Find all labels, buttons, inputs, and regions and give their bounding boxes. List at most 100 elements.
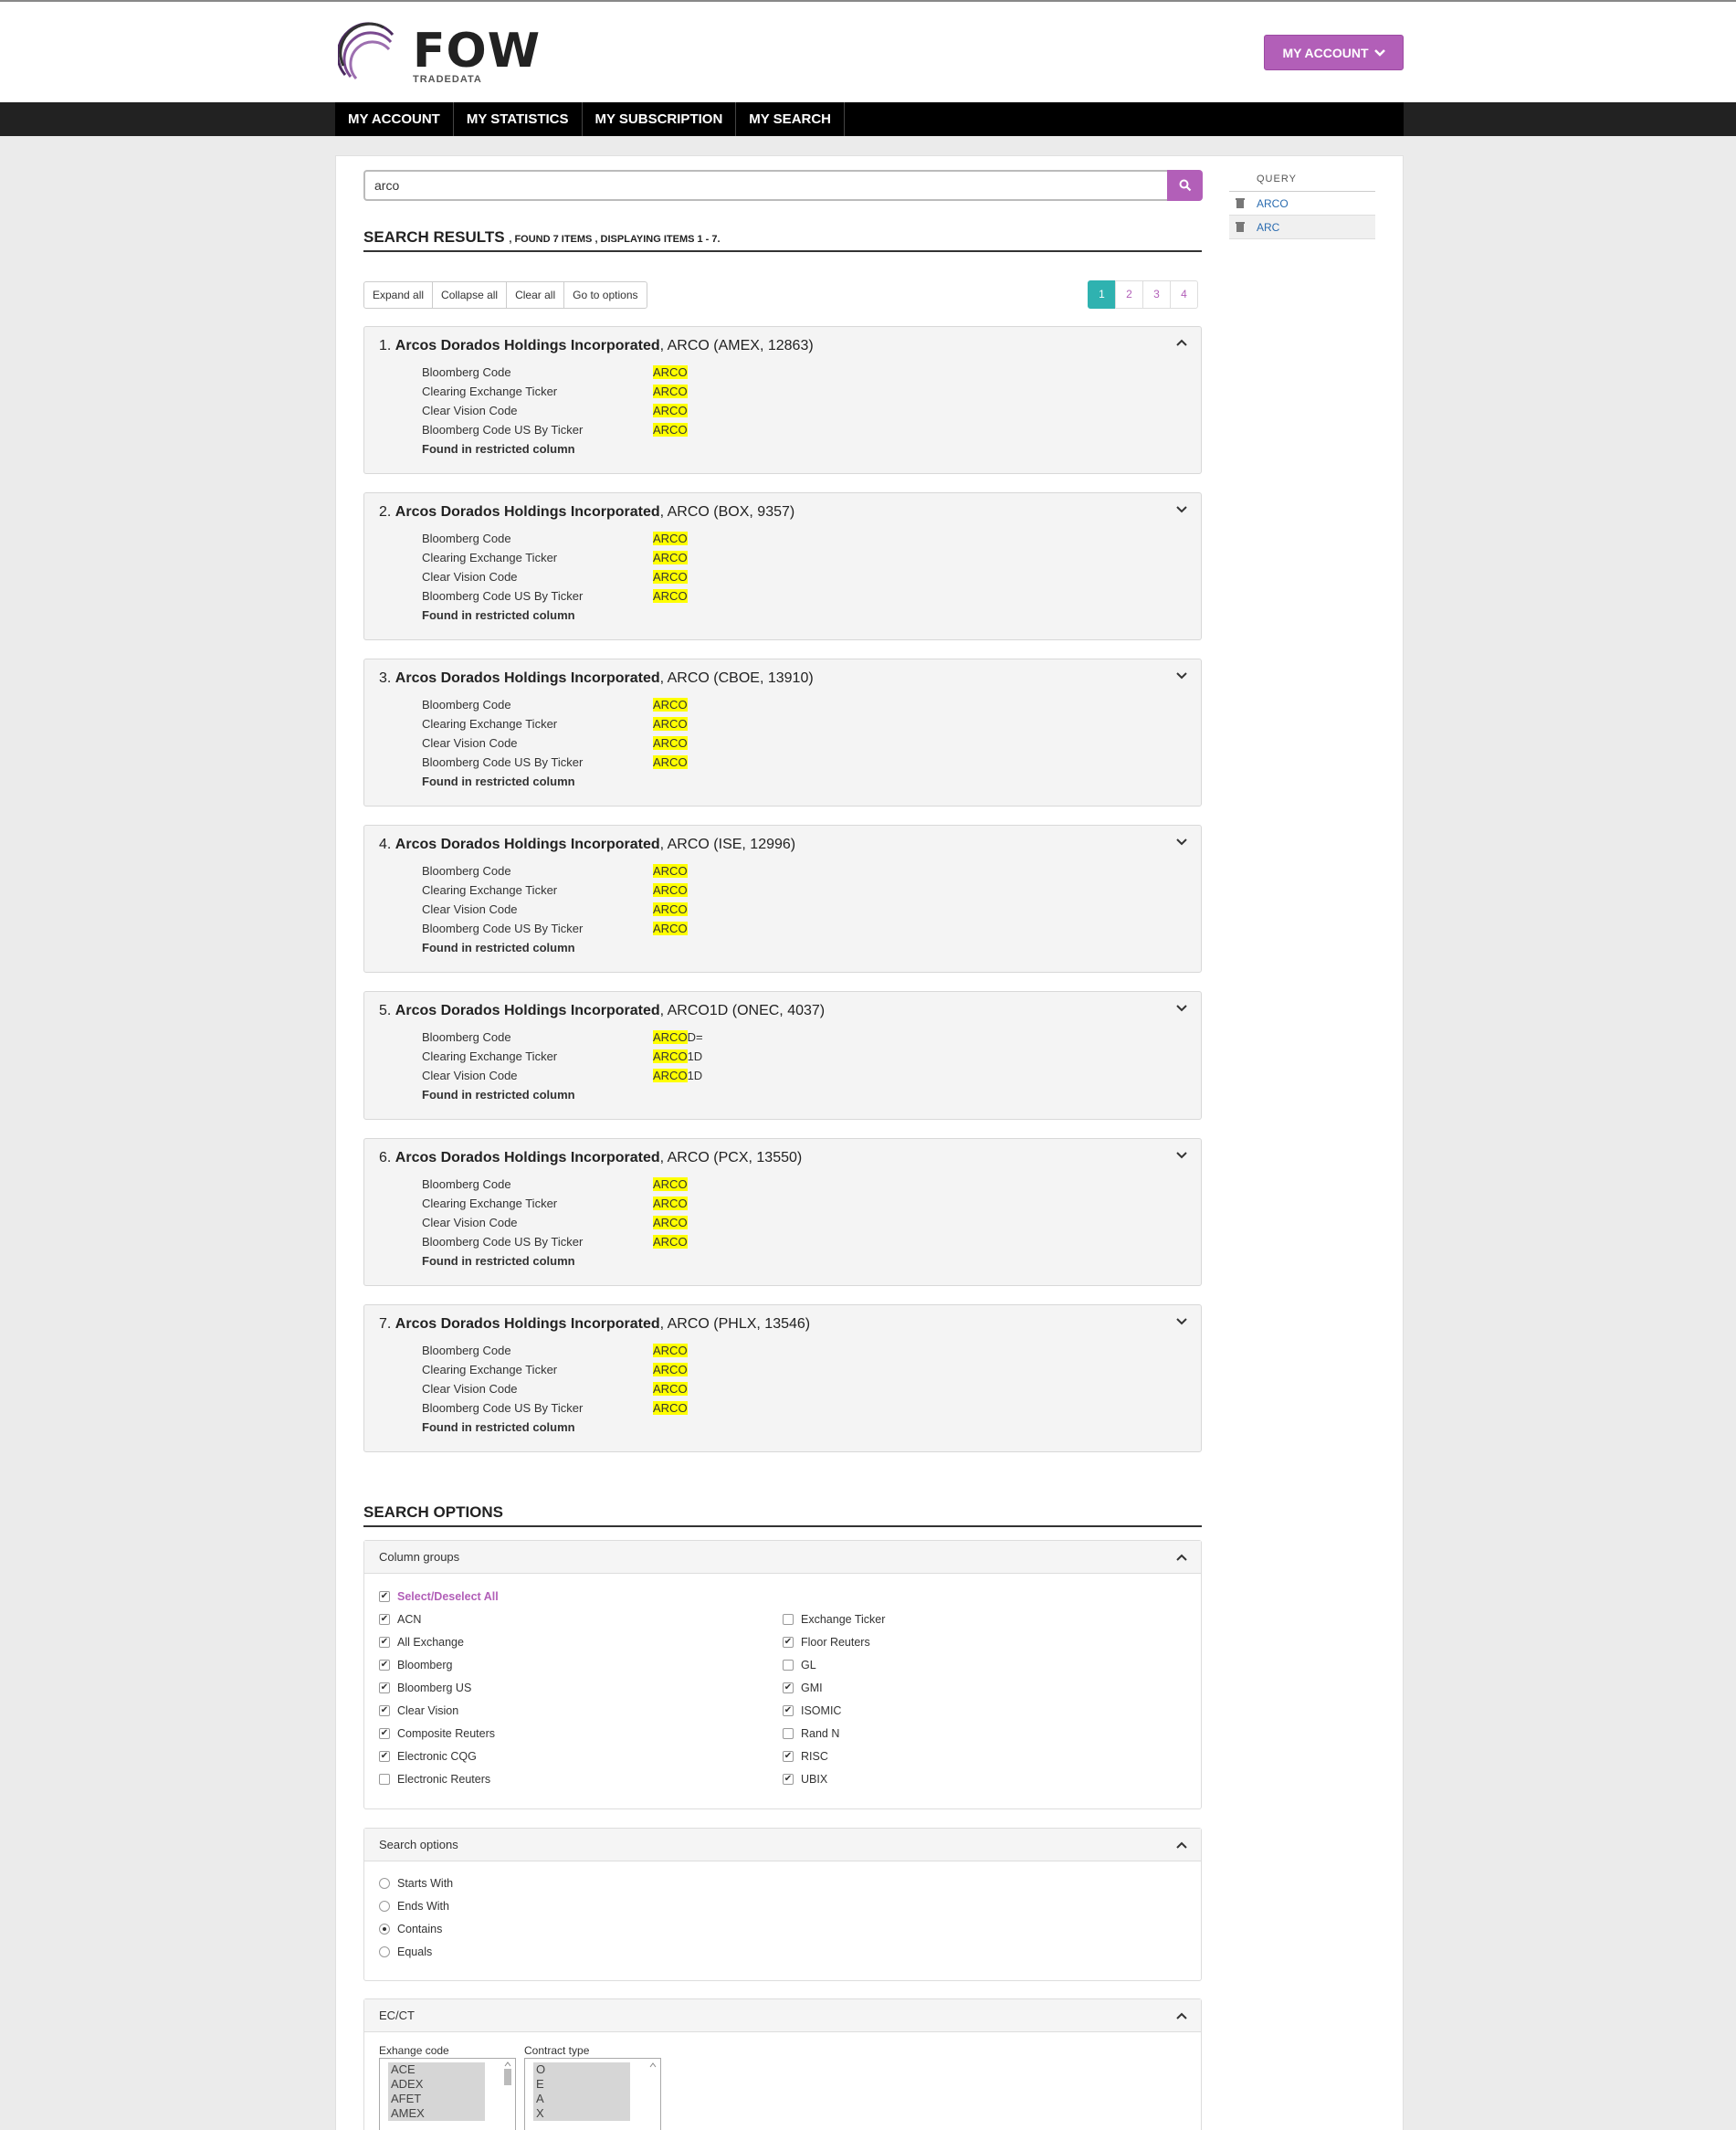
column-group-checkbox[interactable]: ✔ ISOMIC [783, 1704, 841, 1717]
search-button[interactable] [1167, 170, 1203, 201]
radio-selected[interactable] [379, 1924, 390, 1935]
result-title[interactable]: 7. Arcos Dorados Holdings Incorporated, … [379, 1316, 810, 1333]
chevron-up-icon[interactable] [1175, 2009, 1188, 2022]
match-highlight: ARCO [653, 404, 688, 417]
listbox-scrollbar[interactable] [502, 2061, 513, 2130]
fow-logo[interactable]: FOW TRADEDATA [338, 22, 548, 88]
checkbox-unchecked[interactable] [783, 1614, 794, 1625]
checkbox-checked[interactable]: ✔ [379, 1591, 390, 1602]
chevron-down-icon[interactable] [1175, 502, 1188, 515]
checkbox-checked[interactable]: ✔ [783, 1637, 794, 1648]
clear-all-button[interactable]: Clear all [506, 281, 565, 309]
checkbox-checked[interactable]: ✔ [379, 1682, 390, 1693]
search-options-header[interactable]: Search options [364, 1829, 1201, 1861]
column-group-checkbox[interactable]: ✔ Composite Reuters [379, 1727, 495, 1740]
checkbox-checked[interactable]: ✔ [379, 1728, 390, 1739]
chevron-up-icon[interactable] [1175, 1551, 1188, 1564]
nav-my-statistics[interactable]: MY STATISTICS [454, 102, 583, 136]
page-1-link[interactable]: 1 [1088, 280, 1116, 309]
checkbox-checked[interactable]: ✔ [379, 1705, 390, 1716]
column-group-checkbox[interactable]: ✔ GMI [783, 1682, 823, 1694]
column-group-checkbox[interactable]: GL [783, 1659, 816, 1671]
checkbox-unchecked[interactable] [379, 1774, 390, 1785]
trash-icon[interactable] [1235, 221, 1246, 233]
checkbox-checked[interactable]: ✔ [783, 1705, 794, 1716]
listbox-scrollbar[interactable] [647, 2061, 658, 2130]
checkbox-checked[interactable]: ✔ [783, 1774, 794, 1785]
checkbox-checked[interactable]: ✔ [783, 1682, 794, 1693]
column-group-checkbox[interactable]: ✔ Clear Vision [379, 1704, 458, 1717]
checkbox-unchecked[interactable] [783, 1728, 794, 1739]
radio-unselected[interactable] [379, 1946, 390, 1957]
result-title[interactable]: 3. Arcos Dorados Holdings Incorporated, … [379, 670, 814, 687]
page-4-link[interactable]: 4 [1170, 280, 1198, 309]
chevron-down-icon[interactable] [1175, 1314, 1188, 1327]
exchange-option[interactable]: AMEX [391, 2106, 482, 2121]
exchange-option[interactable]: ACE [391, 2062, 482, 2077]
query-link[interactable]: ARCO [1257, 197, 1289, 210]
column-group-checkbox[interactable]: ✔ Bloomberg [379, 1659, 452, 1671]
column-groups-header[interactable]: Column groups [364, 1541, 1201, 1574]
query-item[interactable]: ARC [1229, 216, 1375, 239]
column-group-checkbox[interactable]: Electronic Reuters [379, 1773, 490, 1786]
nav-my-account[interactable]: MY ACCOUNT [335, 102, 454, 136]
contract-option[interactable]: X [536, 2106, 627, 2121]
result-title[interactable]: 5. Arcos Dorados Holdings Incorporated, … [379, 1003, 825, 1019]
match-mode-radio[interactable]: Equals [379, 1945, 432, 1958]
exchange-option[interactable]: ADEX [391, 2077, 482, 2092]
result-title[interactable]: 1. Arcos Dorados Holdings Incorporated, … [379, 338, 814, 354]
checkbox-checked[interactable]: ✔ [783, 1751, 794, 1762]
radio-unselected[interactable] [379, 1901, 390, 1912]
nav-my-subscription[interactable]: MY SUBSCRIPTION [583, 102, 737, 136]
column-group-checkbox[interactable]: ✔ Electronic CQG [379, 1750, 477, 1763]
column-group-checkbox[interactable]: ✔ UBIX [783, 1773, 827, 1786]
result-title[interactable]: 6. Arcos Dorados Holdings Incorporated, … [379, 1150, 802, 1166]
page-3-link[interactable]: 3 [1142, 280, 1171, 309]
expand-all-button[interactable]: Expand all [363, 281, 434, 309]
search-input[interactable] [363, 170, 1167, 201]
match-mode-radio[interactable]: Starts With [379, 1877, 453, 1890]
go-to-options-button[interactable]: Go to options [563, 281, 647, 309]
match-mode-radio[interactable]: Ends With [379, 1900, 449, 1913]
contract-option[interactable]: E [536, 2077, 627, 2092]
chevron-up-icon[interactable] [1175, 336, 1188, 349]
checkbox-checked[interactable]: ✔ [379, 1660, 390, 1671]
exchange-option[interactable]: AFET [391, 2092, 482, 2106]
column-group-checkbox[interactable]: ✔ Bloomberg US [379, 1682, 471, 1694]
my-account-button[interactable]: MY ACCOUNT [1264, 35, 1404, 70]
result-title[interactable]: 2. Arcos Dorados Holdings Incorporated, … [379, 504, 794, 521]
query-link[interactable]: ARC [1257, 221, 1279, 234]
chevron-down-icon[interactable] [1175, 1148, 1188, 1161]
query-item[interactable]: ARCO [1229, 192, 1375, 216]
chevron-down-icon[interactable] [1175, 835, 1188, 848]
contract-type-listbox[interactable]: O E A X [524, 2058, 661, 2130]
checkbox-checked[interactable]: ✔ [379, 1614, 390, 1625]
result-title[interactable]: 4. Arcos Dorados Holdings Incorporated, … [379, 837, 795, 853]
trash-icon[interactable] [1235, 197, 1246, 209]
column-group-checkbox[interactable]: ✔ Floor Reuters [783, 1636, 870, 1649]
checkbox-checked[interactable]: ✔ [379, 1637, 390, 1648]
contract-option[interactable]: O [536, 2062, 627, 2077]
collapse-all-button[interactable]: Collapse all [432, 281, 508, 309]
chevron-up-icon[interactable] [1175, 1839, 1188, 1851]
checkbox-checked[interactable]: ✔ [379, 1751, 390, 1762]
exchange-code-listbox[interactable]: ACE ADEX AFET AMEX [379, 2058, 516, 2130]
chevron-down-icon[interactable] [1175, 669, 1188, 681]
checkbox-unchecked[interactable] [783, 1660, 794, 1671]
chevron-down-icon[interactable] [1175, 1001, 1188, 1014]
match-mode-radio[interactable]: Contains [379, 1923, 442, 1935]
column-group-checkbox[interactable]: Exchange Ticker [783, 1613, 885, 1626]
column-group-label: Electronic Reuters [397, 1773, 491, 1786]
radio-unselected[interactable] [379, 1878, 390, 1889]
page-2-link[interactable]: 2 [1115, 280, 1143, 309]
scroll-up-arrow-icon [649, 2062, 657, 2068]
column-group-checkbox[interactable]: Rand N [783, 1727, 839, 1740]
column-group-checkbox[interactable]: ✔ RISC [783, 1750, 828, 1763]
column-group-checkbox[interactable]: ✔ All Exchange [379, 1636, 464, 1649]
ecct-header[interactable]: EC/CT [364, 1999, 1201, 2032]
nav-my-search[interactable]: MY SEARCH [736, 102, 846, 136]
field-label: Bloomberg Code [422, 864, 511, 878]
contract-option[interactable]: A [536, 2092, 627, 2106]
select-all-checkbox[interactable]: ✔ Select/Deselect All [379, 1590, 499, 1603]
column-group-checkbox[interactable]: ✔ ACN [379, 1613, 421, 1626]
